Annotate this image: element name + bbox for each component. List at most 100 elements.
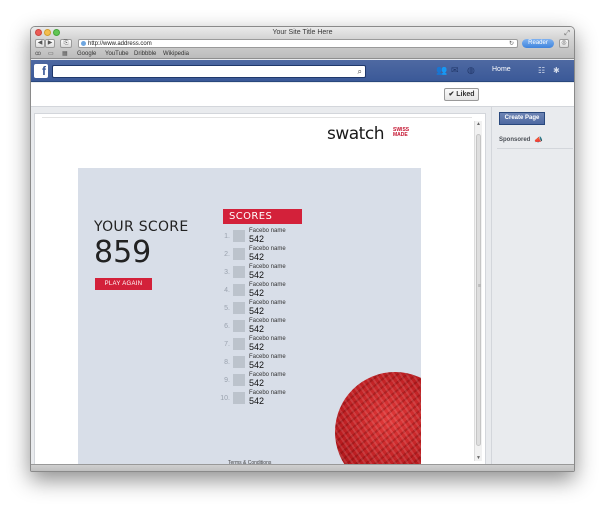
play-again-button[interactable]: PLAY AGAIN <box>95 278 152 290</box>
settings-icon[interactable]: ✱ <box>553 66 560 75</box>
search-icon[interactable]: ⌕ <box>358 67 362 77</box>
leaderboard-rank: 9. <box>224 377 230 384</box>
leaderboard-rank: 7. <box>224 341 230 348</box>
home-link[interactable]: Home <box>492 66 511 73</box>
swatch-logo-subtext: SWISS MADE <box>393 128 409 138</box>
player-avatar <box>233 338 245 350</box>
scrollbar-thumb[interactable]: ≡ <box>476 134 481 446</box>
globe-icon <box>81 41 86 46</box>
swatch-logo-sub-2: MADE <box>393 132 408 138</box>
zoom-window-button[interactable] <box>53 29 60 36</box>
swatch-logo-word: swatch <box>327 124 384 144</box>
bookmark-google[interactable]: Google <box>77 50 96 59</box>
reader-button[interactable]: Reader <box>522 39 554 48</box>
minimize-window-button[interactable] <box>44 29 51 36</box>
facebook-logo[interactable]: f <box>34 64 48 78</box>
leaderboard-row: 1. Facebo name 542 <box>218 228 328 246</box>
vertical-scrollbar[interactable]: ▲ ≡ ▼ <box>474 121 482 461</box>
bookmark-youtube[interactable]: YouTube <box>105 50 129 59</box>
bookmarks-bar: ꝏ ▭ ▦ Google YouTube Dribbble Wikipedia <box>31 50 574 59</box>
bookmark-wikipedia[interactable]: Wikipedia <box>163 50 189 59</box>
leaderboard-rank: 4. <box>224 287 230 294</box>
browser-window: Your Site Title Here ⤢ ◀ ▶ ⎘ http://www.… <box>30 26 575 472</box>
close-window-button[interactable] <box>35 29 42 36</box>
player-avatar <box>233 356 245 368</box>
right-column: Create Page Sponsored 📣 <box>491 107 574 471</box>
back-button[interactable]: ◀ <box>35 39 45 48</box>
leaderboard-rank: 8. <box>224 359 230 366</box>
player-score: 542 <box>249 306 265 316</box>
page-header-bar: ✔ Liked <box>31 83 574 107</box>
leaderboard-row: 6. Facebo name 542 <box>218 318 328 336</box>
player-score: 542 <box>249 360 265 370</box>
megaphone-icon: 📣 <box>534 137 543 144</box>
scroll-down-arrow-icon[interactable]: ▼ <box>476 455 481 461</box>
share-button[interactable]: ⎘ <box>60 39 72 48</box>
reading-list-icon[interactable]: ꝏ <box>35 50 41 59</box>
player-score: 542 <box>249 342 265 352</box>
facebook-top-bar: f ⌕ 👥 ✉ ◍ Home ☷ ✱ <box>31 60 574 82</box>
leaderboard-rank: 10. <box>220 395 230 402</box>
back-icon: ◀ <box>37 40 43 46</box>
player-avatar <box>233 302 245 314</box>
player-avatar <box>233 392 245 404</box>
leaderboard-row: 2. Facebo name 542 <box>218 246 328 264</box>
leaderboard-row: 3. Facebo name 542 <box>218 264 328 282</box>
messages-icon[interactable]: ✉ <box>451 66 462 75</box>
leaderboard-row: 10. Facebo name 542 <box>218 390 328 408</box>
leaderboard-rank: 2. <box>224 251 230 258</box>
player-score: 542 <box>249 270 265 280</box>
facebook-search-input[interactable]: ⌕ <box>52 65 366 78</box>
leaderboard-row: 7. Facebo name 542 <box>218 336 328 354</box>
leaderboard-rank: 6. <box>224 323 230 330</box>
score-value: 859 <box>94 235 152 270</box>
status-bar <box>31 464 574 471</box>
friends-icon[interactable]: 👥 <box>436 66 447 75</box>
liked-button[interactable]: ✔ Liked <box>444 88 479 101</box>
share-icon: ⎘ <box>63 40 69 46</box>
bookmark-dribbble[interactable]: Dribbble <box>134 50 156 59</box>
leaderboard-rank: 5. <box>224 305 230 312</box>
scores-header: SCORES <box>223 209 302 224</box>
top-sites-icon[interactable]: ▦ <box>62 50 68 59</box>
leaderboard-row: 5. Facebo name 542 <box>218 300 328 318</box>
sponsored-heading: Sponsored <box>499 137 531 143</box>
forward-icon: ▶ <box>47 40 53 46</box>
player-score: 542 <box>249 234 265 244</box>
player-avatar <box>233 374 245 386</box>
leaderboard-row: 9. Facebo name 542 <box>218 372 328 390</box>
player-avatar <box>233 284 245 296</box>
privacy-shortcuts-icon[interactable]: ☷ <box>538 66 545 75</box>
player-avatar <box>233 230 245 242</box>
game-app-canvas: YOUR SCORE 859 PLAY AGAIN SCORES 1. Face… <box>78 168 421 471</box>
player-score: 542 <box>249 288 265 298</box>
player-avatar <box>233 266 245 278</box>
player-score: 542 <box>249 324 265 334</box>
forward-button[interactable]: ▶ <box>45 39 55 48</box>
scroll-grip-icon: ≡ <box>478 283 481 289</box>
create-page-button[interactable]: Create Page <box>499 112 545 125</box>
leaderboard-row: 4. Facebo name 542 <box>218 282 328 300</box>
leaderboard-rank: 1. <box>224 233 230 240</box>
yarn-ball-image <box>335 372 421 471</box>
player-score: 542 <box>249 252 265 262</box>
reload-icon[interactable]: ↻ <box>509 40 514 48</box>
window-title: Your Site Title Here <box>272 29 333 36</box>
scroll-up-arrow-icon[interactable]: ▲ <box>476 121 481 127</box>
player-score: 542 <box>249 396 265 406</box>
your-score-title: YOUR SCORE <box>94 219 189 235</box>
title-bar: Your Site Title Here ⤢ <box>31 27 574 38</box>
leaderboard-rank: 3. <box>224 269 230 276</box>
address-bar[interactable]: http://www.address.com ↻ <box>78 39 518 48</box>
download-icon[interactable]: ◎ <box>559 39 569 48</box>
page-tab-content: swatch SWISS MADE YOUR SCORE 859 PLAY AG… <box>34 113 486 471</box>
leaderboard-row: 8. Facebo name 542 <box>218 354 328 372</box>
browser-toolbar: ◀ ▶ ⎘ http://www.address.com ↻ Reader ◎ <box>31 38 574 50</box>
player-avatar <box>233 248 245 260</box>
notifications-icon[interactable]: ◍ <box>467 66 478 75</box>
divider <box>42 117 472 118</box>
bookmarks-book-icon[interactable]: ▭ <box>48 50 54 59</box>
player-avatar <box>233 320 245 332</box>
player-score: 542 <box>249 378 265 388</box>
divider <box>497 148 573 149</box>
